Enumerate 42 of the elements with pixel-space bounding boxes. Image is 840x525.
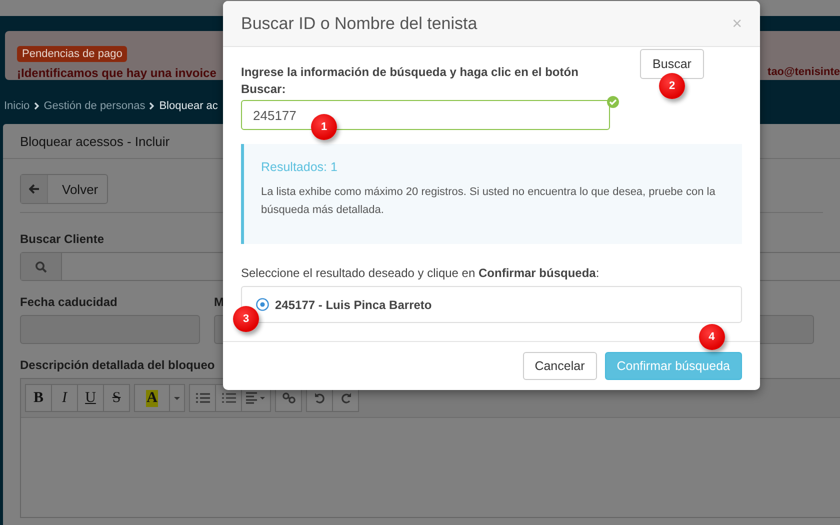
breadcrumb-link[interactable]: Gestión de personas <box>44 100 146 112</box>
align-left-icon <box>246 392 266 404</box>
cancel-button[interactable]: Cancelar <box>522 352 597 380</box>
undo-icon <box>312 392 326 404</box>
bullet-list-icon <box>196 392 210 404</box>
search-instruction: Ingrese la información de búsqueda y haga clic en el botón Buscar: <box>241 64 580 98</box>
field-label: Fecha caducidad <box>20 295 118 309</box>
step-marker: 3 <box>233 306 259 332</box>
alert-message: ¡Identificamos que hay una invoice <box>17 66 216 80</box>
breadcrumb-link[interactable]: Inicio <box>4 100 30 112</box>
alert-email: tao@tenisinte <box>768 66 840 80</box>
check-icon <box>607 96 619 108</box>
dialog-title: Buscar ID o Nombre del tenista <box>241 14 478 34</box>
back-button[interactable]: Volver <box>20 174 108 204</box>
numbered-list-icon <box>222 392 236 404</box>
field-label: Descripción detallada del bloqueo <box>20 358 215 372</box>
chevron-icon <box>34 102 40 110</box>
chevron-icon <box>149 102 156 110</box>
italic-button[interactable]: I <box>51 384 78 412</box>
step-marker: 4 <box>698 324 725 350</box>
results-count: Resultados: 1 <box>261 160 338 174</box>
result-label: 245177 - Luis Pinca Barreto <box>275 298 432 312</box>
redo-icon <box>338 392 352 404</box>
link-icon <box>282 392 296 404</box>
search-icon <box>35 260 47 272</box>
card-title: Bloquear acessos - Incluir <box>20 134 170 148</box>
bold-button[interactable]: B <box>25 384 52 412</box>
step-marker: 1 <box>311 114 337 140</box>
field-label: M <box>214 295 224 309</box>
step-marker: 2 <box>659 73 685 99</box>
select-instruction: Seleccione el resultado deseado y clique en Confirmar búsqueda: <box>241 266 600 280</box>
search-button[interactable]: Buscar <box>640 49 704 79</box>
input-field[interactable] <box>20 315 200 344</box>
alert-badge: Pendencias de pago <box>17 46 128 62</box>
strike-button[interactable]: S <box>103 384 130 412</box>
caret-icon <box>174 396 180 400</box>
arrow-left-icon <box>28 184 40 194</box>
results-note: La lista exhibe como máximo 20 registros. Si usted no encuentra lo que desea, pruebe con la búsqueda más detallada. <box>261 185 716 218</box>
radio-button[interactable] <box>256 298 269 311</box>
field-label: Buscar Cliente <box>20 232 104 246</box>
underline-button[interactable]: U <box>77 384 104 412</box>
text-color-button[interactable]: A <box>134 384 170 412</box>
